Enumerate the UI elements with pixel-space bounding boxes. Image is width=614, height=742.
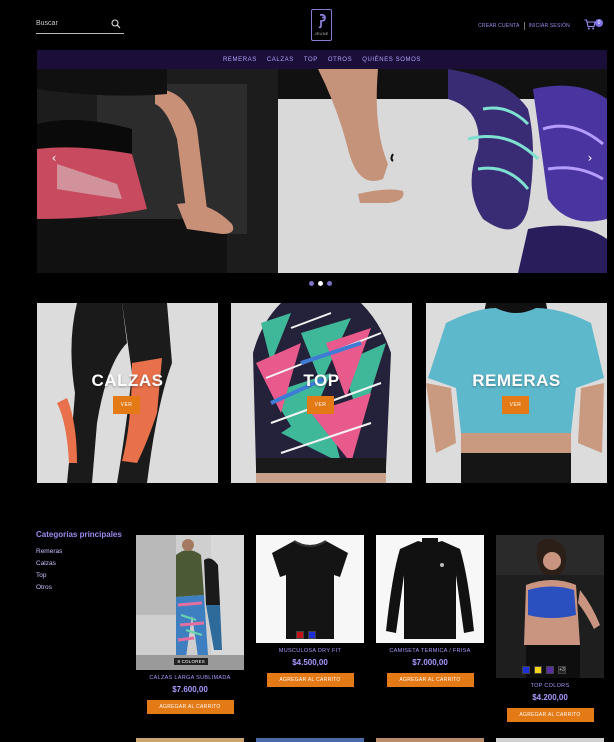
brand-logo[interactable]: JEUNE	[311, 9, 332, 41]
category-link-remeras[interactable]: Remeras	[36, 548, 126, 555]
product-name[interactable]: CAMISETA TERMICA / FRISA	[376, 648, 484, 654]
product-price: $7.600,00	[172, 685, 208, 694]
account-divider	[523, 22, 525, 30]
color-swatch[interactable]	[546, 666, 554, 674]
color-swatch[interactable]	[296, 631, 304, 639]
product-image[interactable]	[376, 535, 484, 643]
banner-remeras-photo	[426, 303, 607, 483]
categories-sidebar: Categorías principales Remeras Calzas To…	[36, 530, 126, 596]
banner-top[interactable]: TOP VER	[231, 303, 412, 483]
slider-dot[interactable]	[327, 281, 332, 286]
banner-calzas-button[interactable]: VER	[113, 396, 140, 414]
product-card[interactable]: +3 TOP COLORS $4.200,00 AGREGAR AL CARRI…	[496, 535, 604, 722]
product-price: $4.200,00	[532, 693, 568, 702]
product-image[interactable]	[256, 535, 364, 643]
color-swatch[interactable]	[522, 666, 530, 674]
search-input[interactable]	[36, 20, 106, 27]
color-swatches: +3	[522, 666, 566, 674]
account-links: CREAR CUENTA INICIAR SESIÓN	[478, 22, 570, 30]
slider-next-arrow[interactable]: ›	[583, 151, 597, 165]
slider-dots	[309, 281, 332, 286]
create-account-link[interactable]: CREAR CUENTA	[478, 23, 519, 29]
category-link-calzas[interactable]: Calzas	[36, 560, 126, 567]
banner-top-photo	[231, 303, 412, 483]
product-card-next-row[interactable]	[496, 738, 604, 742]
nav-item-calzas[interactable]: CALZAS	[267, 57, 294, 63]
product-card-next-row[interactable]	[256, 738, 364, 742]
product-name[interactable]: TOP COLORS	[496, 683, 604, 689]
logo-mark-icon	[318, 14, 326, 29]
product-price: $7.000,00	[412, 658, 448, 667]
logo-text: JEUNE	[314, 31, 329, 36]
product-name[interactable]: MUSCULOSA DRY FIT	[256, 648, 364, 654]
category-link-top[interactable]: Top	[36, 572, 126, 579]
banner-top-button[interactable]: VER	[307, 396, 334, 414]
banner-top-title: TOP	[303, 371, 340, 390]
banner-remeras-button[interactable]: VER	[502, 396, 529, 414]
add-to-cart-button[interactable]: AGREGAR AL CARRITO	[506, 708, 594, 722]
banner-calzas[interactable]: CALZAS VER	[37, 303, 218, 483]
slider-dot[interactable]	[318, 281, 323, 286]
nav-item-quienes-somos[interactable]: QUIÉNES SOMOS	[362, 57, 421, 63]
product-card-next-row[interactable]	[376, 738, 484, 742]
banner-calzas-title: CALZAS	[91, 371, 164, 390]
main-nav: REMERAS CALZAS TOP OTROS QUIÉNES SOMOS	[37, 50, 607, 69]
banner-calzas-photo	[37, 303, 218, 483]
product-card[interactable]: 8 COLORES CALZAS LARGA SUBLIMADA $7.600,…	[136, 535, 244, 714]
cart-button[interactable]: 0	[584, 18, 604, 32]
add-to-cart-button[interactable]: AGREGAR AL CARRITO	[146, 700, 234, 714]
product-name[interactable]: CALZAS LARGA SUBLIMADA	[136, 675, 244, 681]
slider-dot[interactable]	[309, 281, 314, 286]
category-link-otros[interactable]: Otros	[36, 584, 126, 591]
banner-remeras-title: REMERAS	[472, 371, 561, 390]
color-swatch[interactable]	[534, 666, 542, 674]
page: JEUNE CREAR CUENTA INICIAR SESIÓN 0 REME…	[0, 0, 614, 742]
nav-item-remeras[interactable]: REMERAS	[223, 57, 257, 63]
color-swatch[interactable]	[308, 631, 316, 639]
search-bar[interactable]	[36, 14, 124, 34]
slider-prev-arrow[interactable]: ‹	[47, 151, 61, 165]
add-to-cart-button[interactable]: AGREGAR AL CARRITO	[266, 673, 354, 687]
login-link[interactable]: INICIAR SESIÓN	[529, 23, 570, 29]
search-icon[interactable]	[111, 19, 121, 29]
nav-item-otros[interactable]: OTROS	[328, 57, 352, 63]
add-to-cart-button[interactable]: AGREGAR AL CARRITO	[386, 673, 474, 687]
product-image[interactable]: +3	[496, 535, 604, 678]
categories-title: Categorías principales	[36, 530, 122, 539]
more-colors-badge[interactable]: +3	[558, 666, 566, 674]
product-card-next-row[interactable]	[136, 738, 244, 742]
banner-remeras[interactable]: REMERAS VER	[426, 303, 607, 483]
color-swatches	[296, 631, 316, 639]
nav-item-top[interactable]: TOP	[304, 57, 318, 63]
cart-icon	[584, 19, 596, 30]
hero-photo-left	[37, 69, 279, 273]
cart-count-badge: 0	[595, 19, 603, 27]
product-card[interactable]: CAMISETA TERMICA / FRISA $7.000,00 AGREG…	[376, 535, 484, 687]
hero-slider[interactable]: ‹ ›	[37, 69, 607, 273]
product-image[interactable]: 8 COLORES	[136, 535, 244, 670]
product-card[interactable]: MUSCULOSA DRY FIT $4.500,00 AGREGAR AL C…	[256, 535, 364, 687]
product-colors-tag: 8 COLORES	[174, 658, 208, 665]
product-price: $4.500,00	[292, 658, 328, 667]
hero-photo-right	[278, 69, 607, 273]
